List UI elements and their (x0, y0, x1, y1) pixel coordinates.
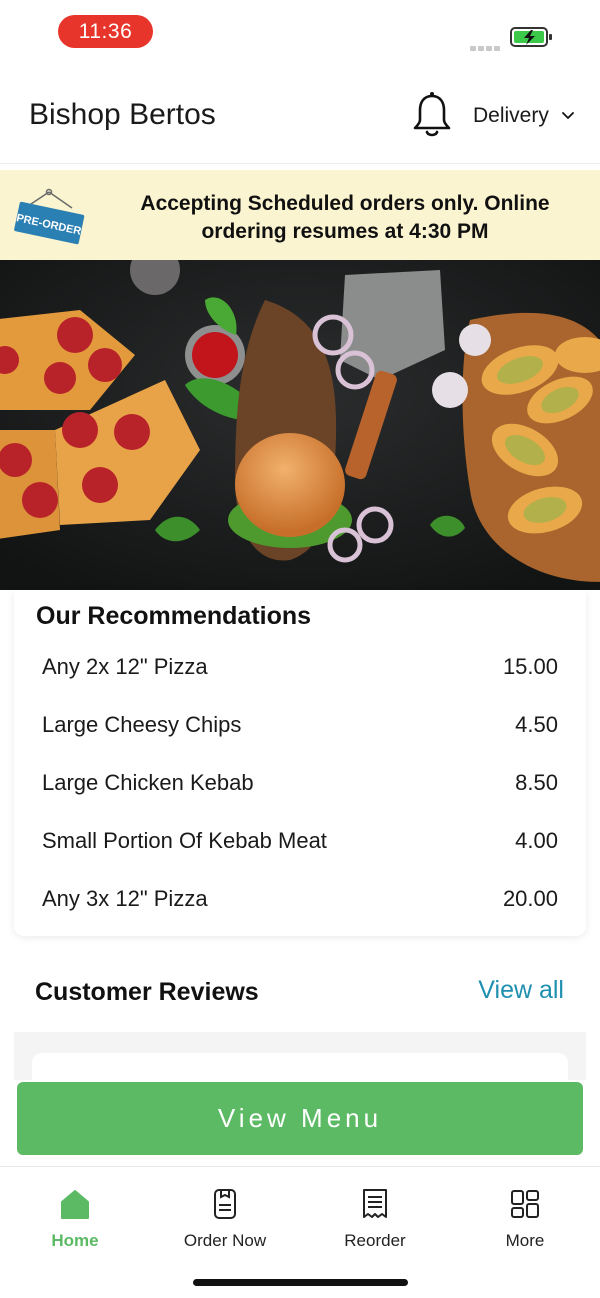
banner-message: Accepting Scheduled orders only. Online … (140, 192, 550, 243)
recommendation-price: 20.00 (502, 886, 558, 911)
home-icon (61, 1190, 89, 1219)
recommendation-name: Any 2x 12" Pizza (42, 654, 208, 679)
recommendation-item[interactable]: Large Cheesy Chips 4.50 (42, 705, 558, 745)
nav-label: Home (51, 1231, 99, 1250)
order-icon (214, 1189, 236, 1219)
recommendation-item[interactable]: Small Portion Of Kebab Meat 4.00 (42, 821, 558, 861)
store-name: Bishop Bertos (29, 98, 216, 131)
recommendations-title: Our Recommendations (36, 602, 312, 630)
nav-item-reorder[interactable]: Reorder (315, 1187, 435, 1251)
receipt-icon (363, 1189, 387, 1218)
recommendation-item[interactable]: Any 3x 12" Pizza 20.00 (42, 879, 558, 919)
nav-item-order-now[interactable]: Order Now (165, 1187, 285, 1251)
signal-icon (470, 38, 504, 51)
bell-icon[interactable] (410, 90, 454, 140)
recommendation-name: Small Portion Of Kebab Meat (42, 828, 327, 853)
status-bar: 11:36 (0, 0, 600, 64)
food-illustration (0, 260, 600, 590)
recommendation-price: 4.50 (515, 712, 558, 737)
recommendation-item[interactable]: Large Chicken Kebab 8.50 (42, 763, 558, 803)
recommendation-name: Large Chicken Kebab (42, 770, 254, 795)
nav-item-home[interactable]: Home (15, 1187, 135, 1251)
status-time: 11:36 (58, 15, 153, 48)
app-header: Bishop Bertos Delivery (0, 64, 600, 164)
chevron-down-icon (561, 112, 574, 119)
recommendation-name: Any 3x 12" Pizza (42, 886, 208, 911)
recommendation-price: 8.50 (515, 770, 558, 795)
delivery-mode-label: Delivery (473, 104, 549, 127)
nav-label: Order Now (183, 1231, 267, 1250)
reviews-title: Customer Reviews (35, 978, 259, 1006)
battery-charging-icon (510, 27, 552, 47)
hero-food-image (0, 260, 600, 590)
customer-reviews-section: Customer Reviews View all (14, 950, 586, 1093)
grid-icon (511, 1190, 539, 1218)
view-all-reviews-link[interactable]: View all (478, 976, 564, 1005)
recommendations-card: Our Recommendations Any 2x 12" Pizza 15.… (14, 590, 586, 936)
view-menu-button[interactable]: View Menu (17, 1082, 583, 1155)
recommendation-price: 15.00 (502, 654, 558, 679)
nav-label: Reorder (344, 1231, 406, 1250)
pre-order-tag-icon: PRE-ORDER (14, 188, 85, 245)
home-indicator[interactable] (193, 1279, 408, 1286)
nav-label: More (505, 1231, 545, 1250)
recommendation-price: 4.00 (515, 828, 558, 853)
recommendation-name: Large Cheesy Chips (42, 712, 242, 737)
delivery-mode-select[interactable]: Delivery (473, 104, 575, 128)
reviews-header: Customer Reviews View all (14, 950, 586, 1032)
recommendation-item[interactable]: Any 2x 12" Pizza 15.00 (42, 647, 558, 687)
nav-item-more[interactable]: More (465, 1187, 585, 1251)
